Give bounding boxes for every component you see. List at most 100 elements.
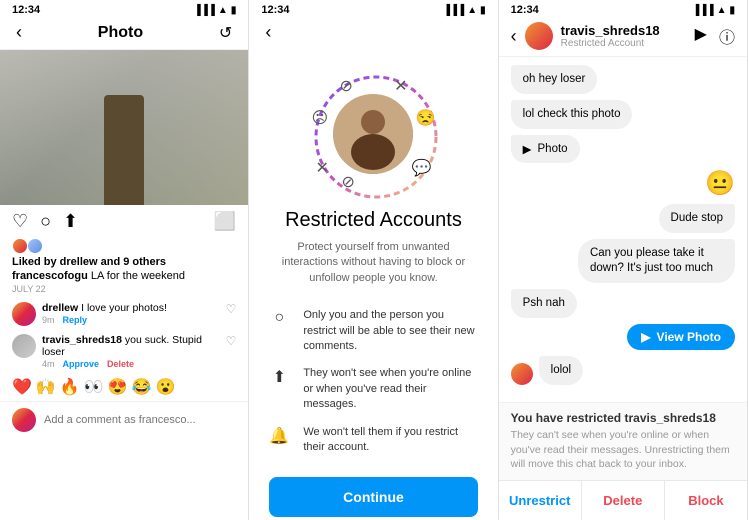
battery-icon-3: ▮	[729, 5, 735, 16]
msg-bubble-2: lol check this photo	[511, 100, 633, 129]
chat-footer-actions: Unrestrict Delete Block	[499, 480, 747, 520]
status-icons-1: ▐▐▐ ▲ ▮	[194, 5, 237, 16]
status-bar-3: 12:34 ▐▐▐ ▲ ▮	[499, 0, 747, 18]
signal-icon-3: ▐▐▐	[692, 5, 713, 16]
chat-status: Restricted Account	[561, 38, 687, 49]
caption-user: francescofogu	[12, 270, 88, 282]
status-icons-2: ▐▐▐ ▲ ▮	[443, 5, 486, 16]
post-actions: ♡ ○ ⬆ ⬜	[0, 205, 248, 238]
p2-header: ‹	[249, 18, 497, 49]
delete-button[interactable]: Delete	[107, 359, 134, 369]
restricted-notice-title: You have restricted travis_shreds18	[511, 411, 735, 425]
feature-1-text: Only you and the person you restrict wil…	[303, 308, 477, 354]
share-icon[interactable]: ⬆	[63, 211, 78, 232]
comment-icon[interactable]: ○	[40, 211, 51, 232]
restricted-notice-text: They can't see when you're online or whe…	[511, 428, 735, 472]
comment-input[interactable]	[44, 414, 236, 426]
orbit-icon-5: ✕	[315, 158, 328, 178]
photo-label: Photo	[538, 143, 568, 155]
msg-avatar	[511, 363, 533, 385]
reaction-laugh: 😂	[132, 377, 152, 397]
post-header: ‹ Photo ↺	[0, 18, 248, 50]
person-silhouette	[104, 95, 144, 205]
avatar-travis	[12, 334, 36, 358]
view-photo-play-icon: ▶	[641, 330, 650, 344]
comment-2-time: 4m	[42, 359, 55, 369]
messages-container: oh hey loser lol check this photo ▶ Phot…	[499, 57, 747, 402]
msg-received-4: lolol	[539, 356, 583, 385]
like-icon[interactable]: ♡	[12, 211, 28, 232]
bell-feature-icon: 🔔	[269, 426, 289, 446]
comment-1-meta: 9m Reply	[42, 315, 220, 325]
signal-icon: ▐▐▐	[194, 5, 215, 16]
comment-2-meta: 4m Approve Delete	[42, 359, 220, 369]
battery-icon: ▮	[231, 5, 237, 16]
block-button[interactable]: Block	[665, 481, 747, 520]
orbit-icon-2: ✕	[394, 76, 407, 96]
msg-sent-2: Can you please take it down? It's just t…	[578, 239, 735, 283]
wifi-icon: ▲	[218, 5, 228, 16]
comment-2-text: travis_shreds18 you suck. Stupid loser	[42, 334, 220, 358]
video-icon[interactable]: ▶	[695, 24, 707, 48]
status-icons-3: ▐▐▐ ▲ ▮	[692, 5, 735, 16]
send-feature-icon: ⬆	[269, 367, 289, 387]
reactions-row: ❤️ 🙌 🔥 👀 😍 😂 😮	[0, 373, 248, 401]
restricted-illustration: ⊘ ✕ ☹ 😒 ✕ ⊘ 💬	[249, 49, 497, 209]
post-date: JULY 22	[0, 284, 248, 298]
reaction-love: 😍	[108, 377, 128, 397]
delete-chat-button[interactable]: Delete	[582, 481, 665, 520]
chat-header: ‹ travis_shreds18 Restricted Account ▶ ⓘ	[499, 18, 747, 57]
unrestrict-button[interactable]: Unrestrict	[499, 481, 582, 520]
chat-username: travis_shreds18	[561, 23, 687, 38]
restricted-subtitle: Protect yourself from unwanted interacti…	[249, 240, 497, 302]
comment-1: drellew I love your photos! 9m Reply ♡	[0, 298, 248, 330]
reaction-praise: 🙌	[36, 377, 56, 397]
chat-avatar	[525, 22, 553, 50]
battery-icon-2: ▮	[480, 5, 486, 16]
msg-photo-received: ▶ Photo	[511, 135, 580, 163]
likes-count: Liked by drellew and 9 others	[0, 256, 248, 270]
reaction-fire: 🔥	[60, 377, 80, 397]
save-icon[interactable]: ⬜	[214, 211, 236, 232]
play-icon: ▶	[523, 142, 532, 156]
approve-button[interactable]: Approve	[63, 359, 100, 369]
p2-back-icon[interactable]: ‹	[265, 22, 271, 43]
view-photo-button[interactable]: ▶ View Photo	[627, 324, 735, 350]
feature-3-text: We won't tell them if you restrict their…	[303, 425, 477, 456]
feature-2-text: They won't see when you're online or whe…	[303, 366, 477, 412]
post-title: Photo	[22, 24, 219, 42]
refresh-icon[interactable]: ↺	[219, 23, 232, 43]
comment-1-heart[interactable]: ♡	[226, 302, 237, 316]
chat-back-icon[interactable]: ‹	[511, 26, 517, 47]
post-image	[0, 50, 248, 205]
orbit-icon-4: 😒	[416, 108, 436, 128]
view-photo-label: View Photo	[657, 330, 721, 344]
chat-header-icons: ▶ ⓘ	[695, 24, 735, 48]
comment-1-text: drellew I love your photos!	[42, 302, 220, 314]
msg-received-1: oh hey loser	[511, 65, 598, 94]
restricted-title: Restricted Accounts	[249, 209, 497, 240]
comment-2-heart[interactable]: ♡	[226, 334, 237, 348]
msg-bubble-1: oh hey loser	[511, 65, 598, 94]
time-3: 12:34	[511, 4, 539, 16]
continue-button[interactable]: Continue	[269, 477, 477, 517]
comment-2: travis_shreds18 you suck. Stupid loser 4…	[0, 330, 248, 373]
comment-input-row	[0, 401, 248, 438]
comment-1-reply[interactable]: Reply	[63, 315, 88, 325]
reaction-wow: 😮	[156, 377, 176, 397]
msg-bubble-sent-2: Can you please take it down? It's just t…	[578, 239, 735, 283]
msg-emoji: 😐	[705, 169, 735, 198]
feature-2: ⬆ They won't see when you're online or w…	[249, 360, 497, 418]
wifi-icon-2: ▲	[467, 5, 477, 16]
comment-1-time: 9m	[42, 315, 55, 325]
reaction-heart: ❤️	[12, 377, 32, 397]
orbit-icon-6: ⊘	[341, 172, 354, 192]
msg-bubble-recv-3: Psh nah	[511, 289, 577, 318]
avatar-drellew	[12, 302, 36, 326]
info-icon[interactable]: ⓘ	[719, 24, 735, 48]
orbit-icon-7: 💬	[412, 158, 432, 178]
likes-avatars	[0, 238, 248, 256]
avatar-like-1	[12, 238, 28, 254]
msg-received-2: lol check this photo	[511, 100, 633, 129]
status-bar-2: 12:34 ▐▐▐ ▲ ▮	[249, 0, 497, 18]
